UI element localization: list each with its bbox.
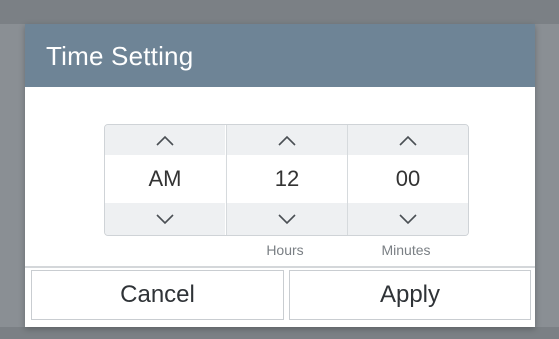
minutes-up-button[interactable] [348,125,468,155]
ampm-down-button[interactable] [105,203,225,235]
hours-column: 12 [226,125,347,235]
hours-unit-label: Hours [266,242,304,258]
chevron-down-icon [399,213,417,225]
minutes-down-button[interactable] [348,203,468,235]
dialog-header: Time Setting [25,24,535,87]
button-row-divider [25,266,535,268]
minutes-column: 00 [347,125,468,235]
hours-up-button[interactable] [227,125,347,155]
chevron-up-icon [278,135,296,146]
hours-down-button[interactable] [227,203,347,235]
time-setting-dialog: Time Setting AM 12 00 Hours Minutes Canc… [25,24,535,327]
chevron-down-icon [156,213,174,225]
ampm-column: AM [105,125,225,235]
chevron-up-icon [156,135,174,146]
backdrop-top [0,0,559,24]
chevron-up-icon [399,135,417,146]
apply-button[interactable]: Apply [289,270,531,320]
dialog-title: Time Setting [46,41,194,71]
ampm-value: AM [105,155,225,203]
chevron-down-icon [278,213,296,225]
cancel-button[interactable]: Cancel [31,270,284,320]
ampm-up-button[interactable] [105,125,225,155]
minutes-value: 00 [348,155,468,203]
hours-value: 12 [227,155,347,203]
time-picker: AM 12 00 [104,124,469,236]
minutes-unit-label: Minutes [381,242,431,258]
backdrop-bottom [0,327,559,339]
